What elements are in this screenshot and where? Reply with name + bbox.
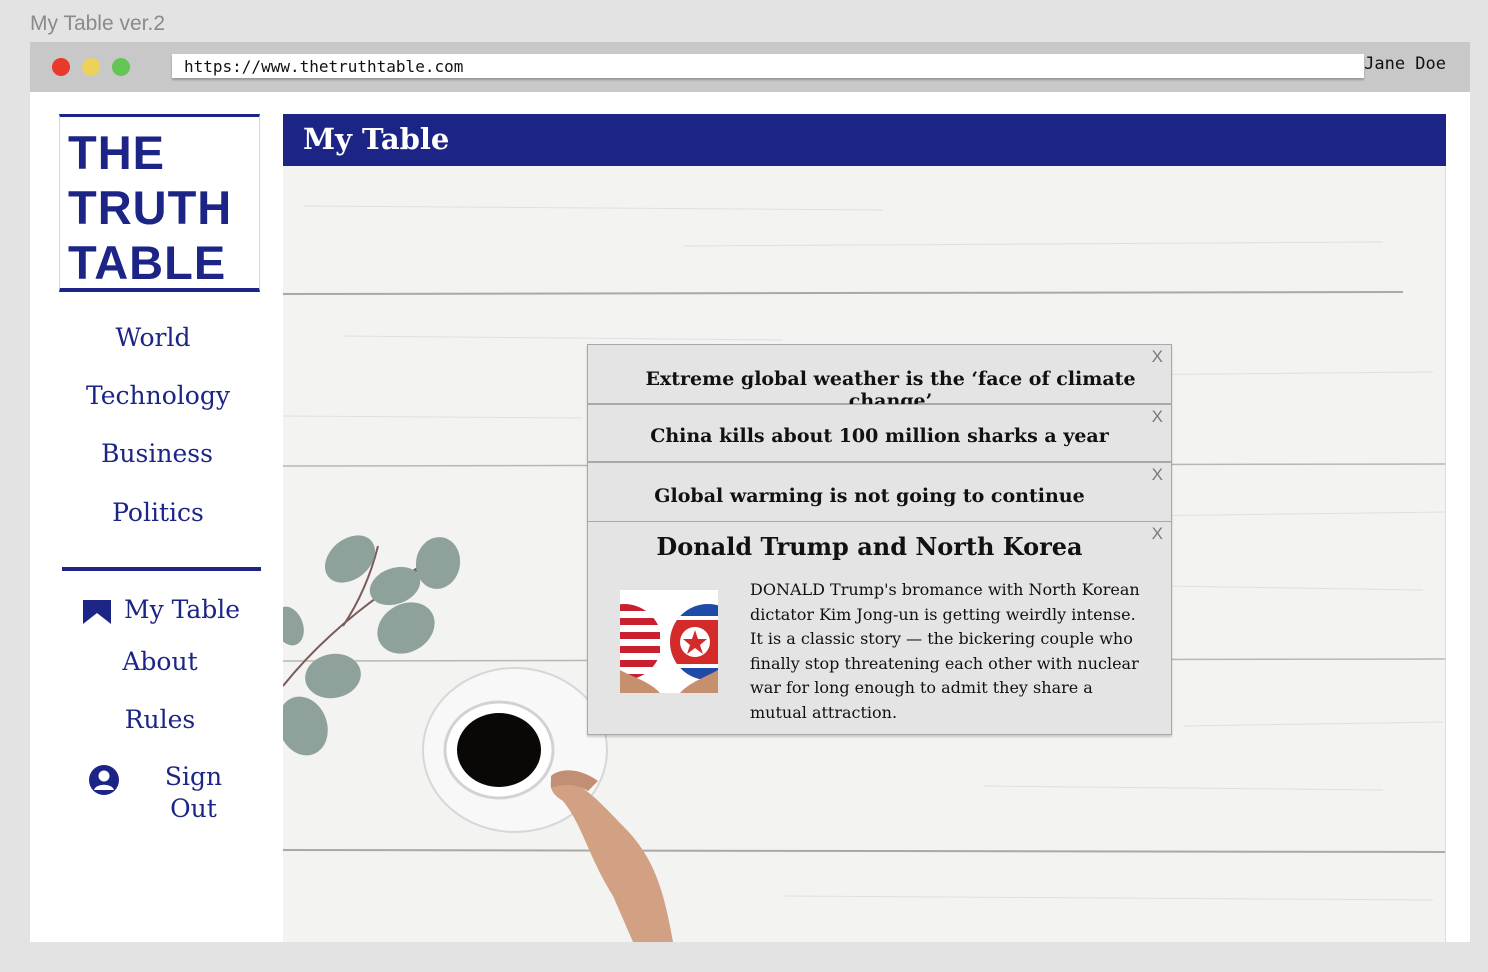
article-excerpt: DONALD Trump's bromance with North Korea… [750,580,1140,722]
remove-item-button[interactable]: X [1152,465,1163,485]
nav-item-technology[interactable]: Technology [60,380,256,412]
article-thumbnail[interactable] [586,590,746,693]
saved-item-title[interactable]: China kills about 100 million sharks a y… [588,425,1171,447]
remove-item-button[interactable]: X [1152,407,1163,427]
saved-item-title[interactable]: Global warming is not going to continue [578,485,1161,507]
logo-line-2: TRUTH [68,181,233,234]
user-icon [89,765,119,795]
remove-item-button[interactable]: X [1152,347,1163,367]
window-maximize-button[interactable] [112,58,130,76]
site-logo[interactable]: THE TRUTH TABLE [59,114,260,292]
window-minimize-button[interactable] [82,58,100,76]
nav-label-my-table: My Table [124,595,241,624]
nav-item-rules[interactable]: Rules [62,704,258,736]
window-close-button[interactable] [52,58,70,76]
logo-line-3: TABLE [68,236,227,289]
saved-item-2[interactable]: China kills about 100 million sharks a y… [587,404,1172,462]
nav-item-about[interactable]: About [62,646,258,678]
app-title: My Table ver.2 [30,12,166,35]
page-title: My Table [303,122,450,156]
page-window: THE TRUTH TABLE World Technology Busines… [30,92,1470,942]
nav-item-politics[interactable]: Politics [60,497,256,529]
page-header: My Table [283,114,1446,166]
nav-item-world[interactable]: World [55,322,251,354]
bookmark-icon [83,600,111,624]
remove-item-button[interactable]: X [1152,524,1163,544]
us-north-korea-flags-image [586,604,746,693]
nav-label-sign-out: Sign Out [164,762,223,823]
nav-item-business[interactable]: Business [59,438,255,470]
expanded-item-title[interactable]: Donald Trump and North Korea [578,532,1161,561]
sidebar-divider [62,567,261,571]
saved-item-3[interactable]: Global warming is not going to continue … [587,462,1172,522]
user-name[interactable]: Jane Doe [1364,54,1446,74]
logo-line-1: THE [68,126,165,179]
table-background: Extreme global weather is the ‘face of c… [283,166,1446,942]
expanded-item[interactable]: Donald Trump and North Korea X DONALD Tr… [586,521,1172,735]
browser-toolbar: https://www.thetruthtable.com Jane Doe [30,42,1470,92]
saved-item-1[interactable]: Extreme global weather is the ‘face of c… [587,344,1172,412]
address-bar[interactable]: https://www.thetruthtable.com [172,54,1364,78]
